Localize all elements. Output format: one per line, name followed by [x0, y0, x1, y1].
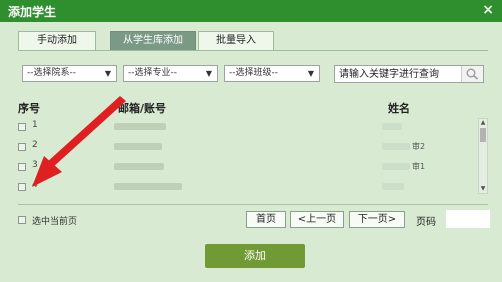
search-button[interactable]	[461, 66, 483, 82]
add-button[interactable]: 添加	[205, 244, 305, 268]
tab-batch-import[interactable]: 批量导入	[198, 31, 274, 51]
search-icon	[466, 68, 478, 80]
name-fragment: 审1	[412, 162, 426, 171]
select-page-label: 选中当前页	[32, 217, 78, 227]
page-number-label: 页码	[416, 217, 436, 228]
redacted-name	[382, 183, 404, 190]
redacted-account	[114, 123, 166, 130]
tab-manual-add[interactable]: 手动添加	[18, 31, 96, 51]
add-student-dialog: 添加学生 × 手动添加 从学生库添加 批量导入 --选择院系-- ▼ --选择专…	[0, 0, 502, 282]
search-box	[334, 65, 484, 83]
college-select[interactable]: --选择院系-- ▼	[22, 65, 117, 82]
redacted-account	[114, 163, 164, 170]
class-select-value: --选择班级--	[229, 68, 278, 78]
row-index: 2	[32, 140, 38, 150]
close-icon[interactable]: ×	[482, 2, 494, 18]
tab-add-from-library[interactable]: 从学生库添加	[110, 31, 196, 51]
footer-divider	[18, 204, 488, 205]
scroll-thumb[interactable]	[480, 128, 486, 142]
table-row: 3 审1	[18, 160, 478, 176]
page-number-input[interactable]	[446, 210, 490, 228]
class-select[interactable]: --选择班级-- ▼	[224, 65, 320, 82]
redacted-name	[382, 143, 410, 150]
dialog-title: 添加学生	[8, 5, 57, 19]
row-checkbox[interactable]	[18, 123, 26, 131]
table-row: 2 审2	[18, 140, 478, 156]
chevron-down-icon: ▼	[307, 69, 314, 78]
select-page-checkbox[interactable]	[18, 216, 26, 224]
table-row: 1	[18, 120, 478, 136]
college-select-value: --选择院系--	[27, 68, 76, 78]
row-index: 4	[32, 180, 38, 190]
row-index: 3	[32, 160, 38, 170]
chevron-down-icon: ▼	[104, 69, 111, 78]
header-index: 序号	[18, 102, 40, 115]
scroll-up-icon[interactable]: ▲	[479, 119, 487, 127]
tab-underline	[18, 50, 488, 51]
major-select-value: --选择专业--	[128, 68, 177, 78]
table-header: 序号 邮箱/账号 姓名	[0, 100, 502, 115]
search-input[interactable]	[339, 67, 459, 81]
row-index: 1	[32, 120, 38, 130]
name-fragment: 审2	[412, 142, 426, 151]
list-scrollbar[interactable]: ▲ ▼	[478, 118, 488, 194]
redacted-account	[114, 143, 162, 150]
major-select[interactable]: --选择专业-- ▼	[123, 65, 218, 82]
prev-page-button[interactable]: <上一页	[290, 211, 344, 228]
table-row: 4	[18, 180, 478, 196]
chevron-down-icon: ▼	[205, 69, 212, 78]
redacted-name	[382, 163, 410, 170]
header-name: 姓名	[388, 102, 410, 115]
row-checkbox[interactable]	[18, 163, 26, 171]
next-page-button[interactable]: 下一页>	[349, 211, 405, 228]
first-page-button[interactable]: 首页	[246, 211, 286, 228]
header-account: 邮箱/账号	[118, 102, 167, 115]
row-checkbox[interactable]	[18, 183, 26, 191]
redacted-account	[114, 183, 182, 190]
scroll-down-icon[interactable]: ▼	[479, 185, 487, 193]
redacted-name	[382, 123, 402, 130]
dialog-titlebar: 添加学生 ×	[0, 0, 502, 22]
row-checkbox[interactable]	[18, 143, 26, 151]
